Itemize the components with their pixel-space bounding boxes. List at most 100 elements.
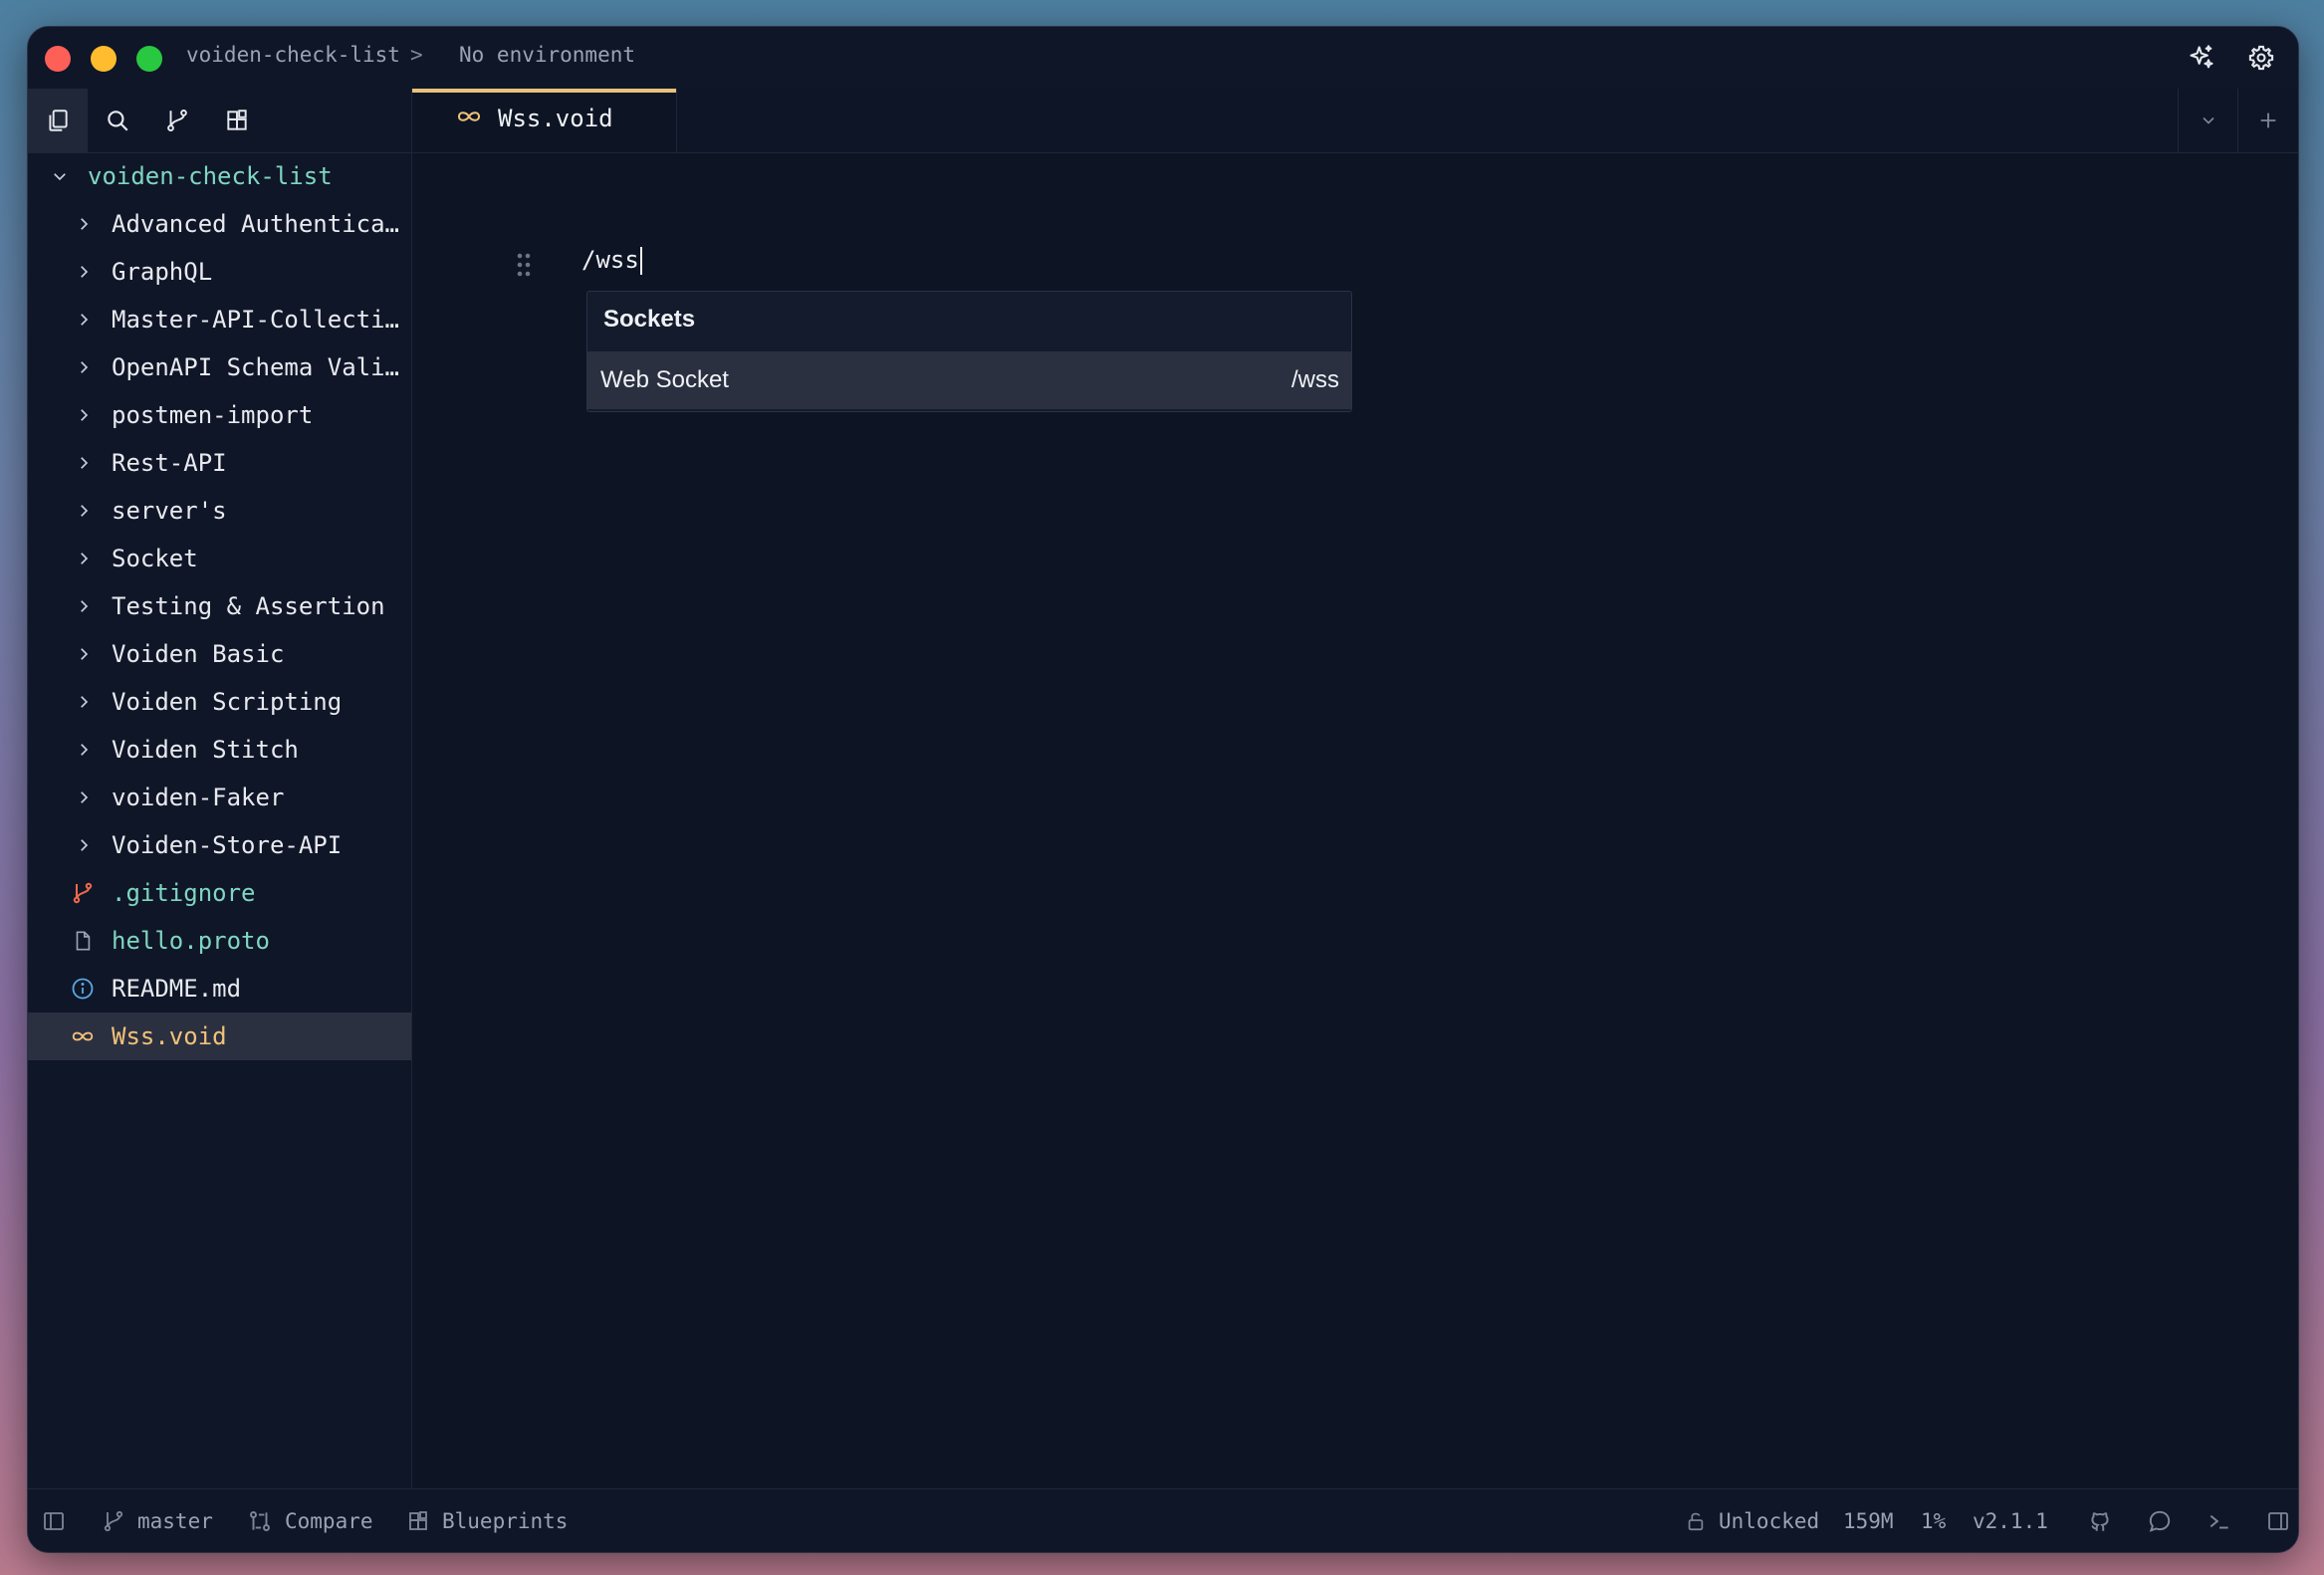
feedback-button[interactable] <box>2147 1489 2185 1552</box>
tree-folder[interactable]: GraphQL <box>28 248 411 296</box>
minimize-window-button[interactable] <box>91 46 116 72</box>
chevron-right-icon <box>72 212 96 236</box>
app-window: voiden-check-list > No environment voide… <box>27 26 2299 1553</box>
tree-folder-label: OpenAPI Schema Valid… <box>112 353 402 381</box>
blueprints-view-button[interactable] <box>207 89 267 152</box>
compare-icon <box>250 1510 270 1531</box>
text-caret <box>639 247 642 275</box>
git-branch-icon <box>167 110 187 131</box>
sidebar: voiden-check-list Advanced Authenticat… … <box>28 89 412 1489</box>
chevron-right-icon <box>72 260 96 284</box>
environment-selector[interactable]: No environment <box>459 43 635 67</box>
tree-file-label: hello.proto <box>112 927 270 955</box>
tree-folder-label: server's <box>112 497 227 525</box>
files-icon <box>49 110 68 131</box>
branch-button[interactable]: master <box>102 1489 213 1552</box>
github-button[interactable] <box>2087 1489 2125 1552</box>
search-icon <box>108 111 128 131</box>
tree-file-label: README.md <box>112 975 242 1003</box>
tabs-dropdown-button[interactable] <box>2178 89 2238 152</box>
tree-folder-label: Voiden-Store-API <box>112 831 343 859</box>
tree-folder[interactable]: postmen-import <box>28 391 411 439</box>
tree-folder[interactable]: Voiden Stitch <box>28 726 411 774</box>
source-control-view-button[interactable] <box>147 89 207 152</box>
menu-item-label: Web Socket <box>600 366 729 393</box>
breadcrumb-separator: > <box>410 43 423 67</box>
blocks-icon <box>409 1510 427 1530</box>
git-branch-icon <box>70 880 96 906</box>
tree-folder-label: voiden-Faker <box>112 784 285 811</box>
tree-folder-label: Advanced Authenticat… <box>112 210 402 238</box>
maximize-window-button[interactable] <box>136 46 162 72</box>
tree-folder[interactable]: server's <box>28 487 411 535</box>
tree-file-readme[interactable]: README.md <box>28 965 411 1012</box>
tree-root-label: voiden-check-list <box>88 162 333 190</box>
chevron-right-icon <box>72 451 96 475</box>
tree-file-gitignore[interactable]: .gitignore <box>28 869 411 917</box>
lock-status[interactable]: Unlocked <box>1685 1489 1819 1552</box>
version-label[interactable]: v2.1.1 <box>1973 1489 2048 1552</box>
tree-folder-label: Voiden Basic <box>112 640 285 668</box>
terminal-button[interactable] <box>2207 1489 2244 1552</box>
menu-item-web-socket[interactable]: Web Socket /wss <box>587 351 1351 409</box>
chevron-right-icon <box>72 499 96 523</box>
memory-value: 159M <box>1843 1508 1894 1533</box>
tree-folder-label: Socket <box>112 545 198 572</box>
chevron-right-icon <box>72 547 96 570</box>
drag-handle-icon[interactable] <box>516 252 532 282</box>
tree-folder[interactable]: Voiden Scripting <box>28 678 411 726</box>
tree-folder[interactable]: Socket <box>28 535 411 582</box>
tab-bar: Wss.void <box>412 89 2298 153</box>
sidebar-toggle-icon <box>44 1511 64 1530</box>
tree-folder[interactable]: voiden-Faker <box>28 774 411 821</box>
file-tree: voiden-check-list Advanced Authenticat… … <box>28 152 411 1060</box>
chevron-down-icon <box>2203 116 2214 124</box>
editor-area[interactable]: /wss Sockets Web Socket /wss <box>412 153 2298 1489</box>
search-view-button[interactable] <box>88 89 147 152</box>
tab-wss-void[interactable]: Wss.void <box>412 89 677 152</box>
version-value: v2.1.1 <box>1973 1508 2048 1533</box>
settings-gear-icon[interactable] <box>2244 41 2278 75</box>
memory-usage: 159M <box>1843 1489 1894 1552</box>
new-tab-button[interactable] <box>2237 89 2298 152</box>
tree-folder-label: Testing & Assertion <box>112 592 385 620</box>
slash-command-menu: Sockets Web Socket /wss <box>586 291 1352 412</box>
toggle-right-panel-button[interactable] <box>2266 1489 2298 1552</box>
chat-bubble-icon <box>2149 1510 2171 1532</box>
plus-icon <box>2260 112 2276 128</box>
tree-folder[interactable]: Voiden-Store-API <box>28 821 411 869</box>
tree-file-proto[interactable]: hello.proto <box>28 917 411 965</box>
compare-button[interactable]: Compare <box>247 1489 373 1552</box>
chevron-right-icon <box>72 738 96 762</box>
tree-folder[interactable]: Voiden Basic <box>28 630 411 678</box>
lock-status-label: Unlocked <box>1719 1508 1820 1533</box>
tree-folder-label: Master-API-Collection <box>112 306 402 334</box>
chevron-down-icon <box>48 164 72 188</box>
right-panel-icon <box>2268 1511 2288 1530</box>
tree-folder[interactable]: Rest-API <box>28 439 411 487</box>
tree-folder[interactable]: Advanced Authenticat… <box>28 200 411 248</box>
chevron-right-icon <box>72 355 96 379</box>
unlock-icon <box>1688 1512 1704 1530</box>
menu-group-heading: Sockets <box>603 306 696 333</box>
tree-folder[interactable]: Testing & Assertion <box>28 582 411 630</box>
chevron-right-icon <box>72 403 96 427</box>
toggle-sidebar-button[interactable] <box>42 1489 78 1552</box>
chevron-right-icon <box>72 594 96 618</box>
tree-folder[interactable]: OpenAPI Schema Valid… <box>28 343 411 391</box>
sidebar-toolbar <box>28 89 411 153</box>
files-view-button[interactable] <box>28 89 88 152</box>
ai-sparkle-icon[interactable] <box>2185 41 2218 75</box>
breadcrumb-project[interactable]: voiden-check-list <box>186 43 400 67</box>
editor-line[interactable]: /wss <box>581 246 642 275</box>
terminal-icon <box>2209 1514 2228 1528</box>
tree-root-folder[interactable]: voiden-check-list <box>28 152 411 200</box>
github-icon <box>2091 1511 2109 1531</box>
close-window-button[interactable] <box>45 46 71 72</box>
title-bar: voiden-check-list > No environment <box>28 27 2298 90</box>
blueprints-button[interactable]: Blueprints <box>406 1489 568 1552</box>
tree-folder[interactable]: Master-API-Collection <box>28 296 411 343</box>
tree-file-wss-void[interactable]: Wss.void <box>28 1012 411 1060</box>
tree-folder-label: Rest-API <box>112 449 227 477</box>
chevron-right-icon <box>72 690 96 714</box>
